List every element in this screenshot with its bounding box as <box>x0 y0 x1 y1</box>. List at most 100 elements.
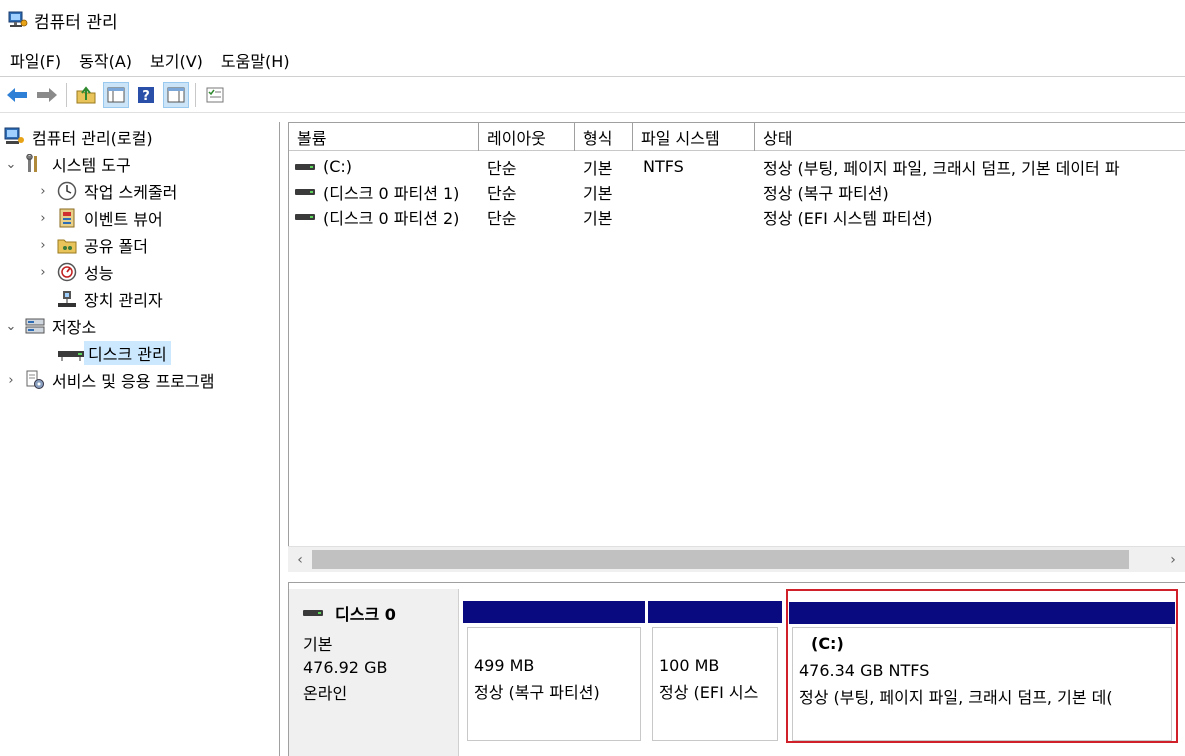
chevron-down-icon[interactable]: ⌄ <box>4 319 18 334</box>
window-title: 컴퓨터 관리 <box>34 12 118 33</box>
properties-icon <box>206 87 224 103</box>
chevron-right-icon[interactable]: › <box>36 211 50 226</box>
toolbar-divider <box>0 112 1185 113</box>
tree-item-event-viewer[interactable]: › 이벤트 뷰어 <box>36 205 163 231</box>
table-row[interactable]: (디스크 0 파티션 1) 단순 기본 정상 (복구 파티션) <box>289 179 1185 204</box>
disk-info-panel[interactable]: 디스크 0 기본 476.92 GB 온라인 <box>289 589 459 756</box>
volume-layout: 단순 <box>487 158 517 178</box>
help-icon: ? <box>138 87 154 104</box>
column-header-filesystem[interactable]: 파일 시스템 <box>633 123 755 151</box>
volume-name: (디스크 0 파티션 1) <box>323 183 460 203</box>
drive-icon <box>295 213 315 220</box>
volume-list: 볼륨 레이아웃 형식 파일 시스템 상태 (C:) 단순 기본 NTFS 정상 … <box>288 122 1185 572</box>
tools-icon <box>24 153 46 174</box>
event-viewer-icon <box>56 208 78 228</box>
tree-item-shared-folders[interactable]: › 공유 폴더 <box>36 232 148 258</box>
volume-layout: 단순 <box>487 183 517 203</box>
column-header-status[interactable]: 상태 <box>755 123 1185 151</box>
menu-divider <box>0 76 1185 77</box>
partition-efi[interactable]: 100 MB 정상 (EFI 시스 <box>648 601 782 741</box>
scrollbar-thumb[interactable] <box>312 550 1129 569</box>
forward-arrow-icon <box>37 88 57 102</box>
chevron-right-icon[interactable]: › <box>36 184 50 199</box>
disk-icon <box>303 610 323 616</box>
drive-icon <box>295 188 315 195</box>
chevron-right-icon[interactable]: › <box>4 373 18 388</box>
tree-item-system-tools[interactable]: ⌄ 시스템 도구 <box>4 151 131 177</box>
show-hide-action-pane-button[interactable] <box>163 82 189 108</box>
disk-size: 476.92 GB <box>303 658 388 677</box>
chevron-right-icon[interactable]: › <box>36 238 50 253</box>
column-header-type[interactable]: 형식 <box>575 123 633 151</box>
back-arrow-icon <box>7 88 27 102</box>
volume-type: 기본 <box>583 183 613 203</box>
horizontal-scrollbar[interactable]: ‹ › <box>288 546 1185 572</box>
svg-text:?: ? <box>142 89 150 104</box>
volume-status: 정상 (EFI 시스템 파티션) <box>763 208 933 228</box>
tree-item-disk-management[interactable]: 디스크 관리 <box>56 340 171 366</box>
menu-bar: 파일(F) 동작(A) 보기(V) 도움말(H) <box>0 46 308 74</box>
disk-type: 기본 <box>303 635 333 654</box>
partition-bar <box>648 601 782 623</box>
forward-button[interactable] <box>34 82 60 108</box>
column-header-volume[interactable]: 볼륨 <box>289 123 479 151</box>
storage-icon <box>24 316 46 336</box>
folder-up-icon <box>76 86 96 104</box>
partition-status: 정상 (부팅, 페이지 파일, 크래시 덤프, 기본 데( <box>799 688 1113 707</box>
volume-layout: 단순 <box>487 208 517 228</box>
chevron-down-icon[interactable]: ⌄ <box>4 157 18 172</box>
services-icon <box>24 370 46 390</box>
properties-button[interactable] <box>202 82 228 108</box>
tree-item-storage[interactable]: ⌄ 저장소 <box>4 313 97 339</box>
table-row[interactable]: (C:) 단순 기본 NTFS 정상 (부팅, 페이지 파일, 크래시 덤프, … <box>289 154 1185 179</box>
help-button[interactable]: ? <box>133 82 159 108</box>
console-tree: 컴퓨터 관리(로컬) ⌄ 시스템 도구 › 작업 스케줄러 › 이벤트 뷰어 ›… <box>0 122 280 756</box>
partition-size: 476.34 GB NTFS <box>799 661 930 680</box>
tree-item-services-apps[interactable]: › 서비스 및 응용 프로그램 <box>4 367 214 393</box>
computer-management-icon <box>8 11 28 29</box>
show-hide-console-tree-button[interactable] <box>103 82 129 108</box>
title-bar: 컴퓨터 관리 <box>0 0 1185 40</box>
disk-management-icon <box>56 343 84 363</box>
volume-name: (C:) <box>323 157 353 176</box>
drive-icon <box>295 163 315 170</box>
menu-view[interactable]: 보기(V) <box>150 48 203 72</box>
disk-state: 온라인 <box>303 684 348 703</box>
scroll-left-icon[interactable]: ‹ <box>288 547 312 573</box>
partition-status: 정상 (복구 파티션) <box>474 683 600 702</box>
partition-bar <box>789 602 1175 624</box>
partition-recovery[interactable]: 499 MB 정상 (복구 파티션) <box>463 601 645 741</box>
console-tree-icon <box>107 87 125 103</box>
scroll-right-icon[interactable]: › <box>1161 547 1185 573</box>
volume-filesystem: NTFS <box>643 157 684 176</box>
partition-title: (C:) <box>811 634 844 653</box>
action-pane-icon <box>167 87 185 103</box>
toolbar: ? <box>0 79 1185 111</box>
shared-folder-icon <box>56 235 78 255</box>
volume-type: 기본 <box>583 158 613 178</box>
partition-size: 100 MB <box>659 656 720 675</box>
partition-size: 499 MB <box>474 656 535 675</box>
menu-action[interactable]: 동작(A) <box>79 48 132 72</box>
chevron-right-icon[interactable]: › <box>36 265 50 280</box>
computer-management-icon <box>4 127 26 147</box>
volume-status: 정상 (부팅, 페이지 파일, 크래시 덤프, 기본 데이터 파 <box>763 158 1120 178</box>
up-level-button[interactable] <box>73 82 99 108</box>
device-manager-icon <box>56 289 78 309</box>
partition-status: 정상 (EFI 시스 <box>659 683 759 702</box>
volume-type: 기본 <box>583 208 613 228</box>
table-row[interactable]: (디스크 0 파티션 2) 단순 기본 정상 (EFI 시스템 파티션) <box>289 204 1185 229</box>
column-header-layout[interactable]: 레이아웃 <box>479 123 575 151</box>
tree-item-root[interactable]: 컴퓨터 관리(로컬) <box>4 124 153 150</box>
toolbar-separator <box>66 83 67 107</box>
tree-item-performance[interactable]: › 성능 <box>36 259 113 285</box>
tree-item-task-scheduler[interactable]: › 작업 스케줄러 <box>36 178 177 204</box>
performance-icon <box>56 262 78 282</box>
volume-list-header: 볼륨 레이아웃 형식 파일 시스템 상태 <box>289 123 1185 151</box>
toolbar-separator <box>195 83 196 107</box>
partition-c[interactable]: (C:) 476.34 GB NTFS 정상 (부팅, 페이지 파일, 크래시 … <box>786 589 1178 743</box>
tree-item-device-manager[interactable]: 장치 관리자 <box>56 286 163 312</box>
back-button[interactable] <box>4 82 30 108</box>
menu-file[interactable]: 파일(F) <box>10 48 61 72</box>
menu-help[interactable]: 도움말(H) <box>221 48 290 72</box>
